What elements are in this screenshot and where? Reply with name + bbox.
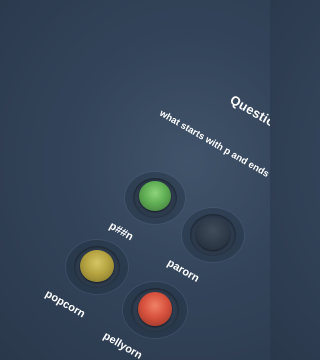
answer-button-yellow[interactable] — [66, 240, 128, 294]
answer-label-red[interactable]: pellyorn — [101, 330, 144, 360]
green-button-cap — [139, 181, 171, 211]
unlit-button-cap — [196, 218, 230, 250]
yellow-button-cap — [80, 250, 114, 282]
answer-button-green[interactable] — [125, 172, 185, 224]
answer-button-red[interactable] — [123, 282, 187, 338]
game-board: Question what starts with p and ends wit… — [0, 0, 270, 360]
question-title: Question — [227, 92, 271, 134]
answer-label-unlit[interactable]: parorn — [165, 257, 201, 285]
answer-label-green[interactable]: p##n — [107, 220, 135, 243]
answer-button-unlit[interactable] — [182, 208, 244, 262]
red-button-cap — [138, 292, 172, 326]
answer-label-yellow[interactable]: popcorn — [43, 288, 87, 320]
